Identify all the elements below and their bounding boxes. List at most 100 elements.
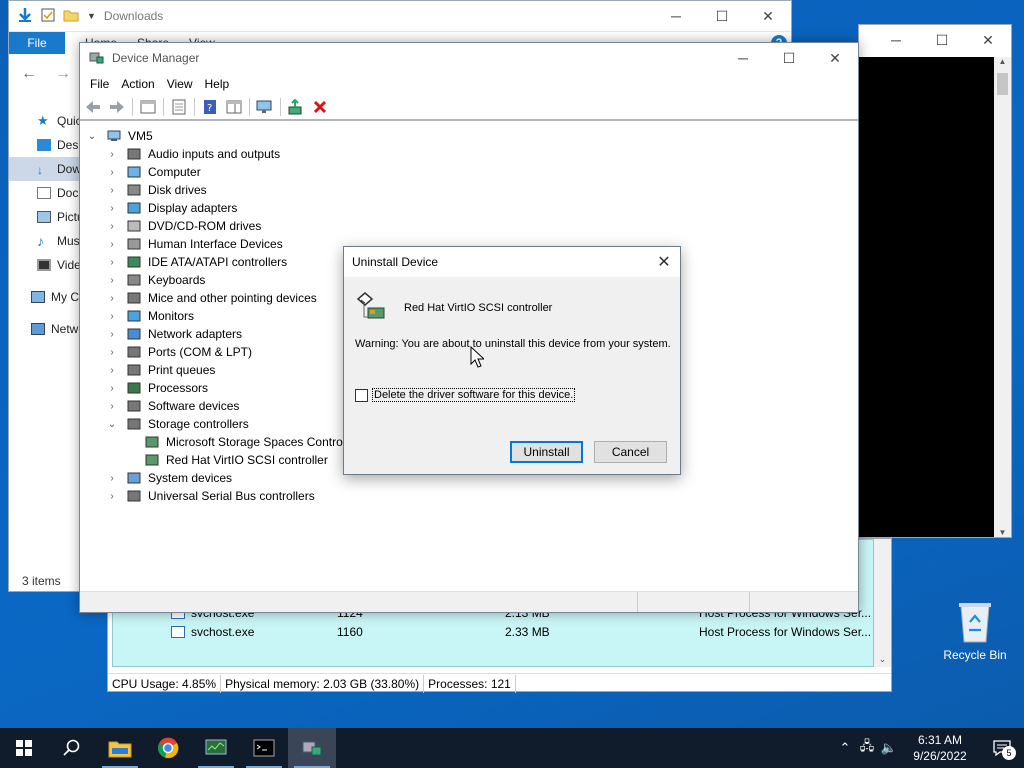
- chevron-down-icon[interactable]: ⌄: [106, 419, 118, 430]
- console-scrollbar[interactable]: ▲ ▼: [994, 57, 1011, 537]
- chevron-right-icon[interactable]: ›: [106, 311, 118, 322]
- uninstall-device-icon[interactable]: [311, 98, 329, 116]
- help-book-icon[interactable]: ?: [201, 98, 219, 116]
- process-list-scrollbar[interactable]: ⌄: [874, 539, 891, 667]
- tree-item-category[interactable]: › Human Interface Devices: [106, 235, 282, 253]
- explorer-title-bar[interactable]: ▼ Downloads ─ ☐ ✕: [9, 1, 791, 32]
- chevron-up-icon[interactable]: ⌃: [834, 740, 856, 756]
- table-row[interactable]: svchost.exe 1160 2.33 MB Host Process fo…: [113, 622, 873, 641]
- tree-item-category[interactable]: › Print queues: [106, 361, 215, 379]
- tree-item-category[interactable]: › Disk drives: [106, 181, 206, 199]
- dialog-title-bar[interactable]: Uninstall Device ✕: [344, 247, 680, 277]
- properties-sheet-icon[interactable]: [170, 98, 188, 116]
- recycle-bin-shortcut[interactable]: Recycle Bin: [940, 600, 1010, 662]
- maximize-button[interactable]: ☐: [699, 1, 745, 31]
- network-icon[interactable]: 🖧: [856, 737, 878, 759]
- menu-help[interactable]: Help: [199, 77, 236, 91]
- sidebar-item-documents[interactable]: Documents: [9, 181, 81, 205]
- sidebar-item-quick-access[interactable]: ★Quick access: [9, 109, 81, 133]
- tree-item-category[interactable]: ⌄ Storage controllers: [106, 415, 249, 433]
- console-close-button[interactable]: ✕: [965, 25, 1011, 55]
- chevron-right-icon[interactable]: ›: [106, 365, 118, 376]
- cancel-button[interactable]: Cancel: [594, 441, 667, 463]
- taskbar-task-manager[interactable]: [192, 728, 240, 768]
- sidebar-item-music[interactable]: ♪Music: [9, 229, 81, 253]
- console-scroll-thumb[interactable]: [997, 73, 1008, 95]
- chevron-right-icon[interactable]: ›: [106, 293, 118, 304]
- tree-root-vm5[interactable]: ⌄ VM5: [86, 127, 153, 145]
- tree-item-category[interactable]: › DVD/CD-ROM drives: [106, 217, 261, 235]
- chevron-right-icon[interactable]: ›: [106, 221, 118, 232]
- taskbar-file-explorer[interactable]: [96, 728, 144, 768]
- tree-item-category[interactable]: › System devices: [106, 469, 232, 487]
- tree-item-category[interactable]: › Universal Serial Bus controllers: [106, 487, 314, 505]
- dm-maximize-button[interactable]: ☐: [766, 43, 812, 73]
- tree-item-category[interactable]: › Ports (COM & LPT): [106, 343, 252, 361]
- sidebar-item-desktop[interactable]: Desktop: [9, 133, 81, 157]
- chevron-down-icon[interactable]: ⌄: [86, 131, 98, 142]
- chevron-down-icon[interactable]: ⌄: [874, 654, 891, 665]
- taskbar-command-prompt[interactable]: [240, 728, 288, 768]
- close-button[interactable]: ✕: [745, 1, 791, 31]
- chevron-right-icon[interactable]: ›: [106, 167, 118, 178]
- sidebar-item-pictures[interactable]: Pictures: [9, 205, 81, 229]
- new-folder-icon[interactable]: [63, 8, 79, 25]
- menu-view[interactable]: View: [161, 77, 199, 91]
- delete-driver-checkbox[interactable]: [355, 388, 368, 402]
- menu-file[interactable]: File: [84, 77, 115, 91]
- tree-item-device[interactable]: Red Hat VirtIO SCSI controller: [144, 451, 328, 469]
- tree-item-category[interactable]: › IDE ATA/ATAPI controllers: [106, 253, 287, 271]
- tree-item-category[interactable]: › Network adapters: [106, 325, 242, 343]
- console-screen[interactable]: [859, 57, 995, 537]
- delete-driver-checkbox-label[interactable]: Delete the driver software for this devi…: [372, 388, 576, 402]
- chevron-right-icon[interactable]: ›: [106, 239, 118, 250]
- show-hide-console-tree-icon[interactable]: [139, 98, 157, 116]
- chevron-right-icon[interactable]: ›: [106, 473, 118, 484]
- delete-driver-checkbox-row[interactable]: Delete the driver software for this devi…: [355, 388, 576, 402]
- chevron-right-icon[interactable]: ›: [106, 383, 118, 394]
- chevron-right-icon[interactable]: ›: [106, 329, 118, 340]
- tree-item-category[interactable]: › Audio inputs and outputs: [106, 145, 280, 163]
- tree-item-category[interactable]: › Keyboards: [106, 271, 205, 289]
- console-minimize-button[interactable]: ─: [873, 25, 919, 55]
- tree-item-device[interactable]: Microsoft Storage Spaces Controller: [144, 433, 359, 451]
- scan-hardware-icon[interactable]: [256, 98, 274, 116]
- scroll-up-icon[interactable]: ▲: [994, 57, 1011, 66]
- chevron-right-icon[interactable]: ›: [106, 203, 118, 214]
- back-icon[interactable]: [84, 98, 102, 116]
- chevron-right-icon[interactable]: ›: [106, 491, 118, 502]
- console-window[interactable]: ─ ☐ ✕ ▲ ▼: [858, 24, 1012, 538]
- chevron-right-icon[interactable]: ›: [106, 347, 118, 358]
- dm-minimize-button[interactable]: ─: [720, 43, 766, 73]
- clock[interactable]: 6:31 AM 9/26/2022: [900, 732, 980, 764]
- chevron-right-icon[interactable]: ›: [106, 275, 118, 286]
- minimize-button[interactable]: ─: [653, 1, 699, 31]
- search-icon[interactable]: [48, 728, 96, 768]
- start-button[interactable]: [0, 728, 48, 768]
- ribbon-file-tab[interactable]: File: [9, 32, 65, 54]
- dialog-close-button[interactable]: ✕: [648, 247, 680, 277]
- scroll-down-icon[interactable]: ▼: [994, 528, 1011, 537]
- chevron-right-icon[interactable]: ›: [106, 149, 118, 160]
- back-arrow-icon[interactable]: ←: [21, 65, 37, 83]
- menu-action[interactable]: Action: [115, 77, 160, 91]
- chevron-right-icon[interactable]: ›: [106, 257, 118, 268]
- chevron-right-icon[interactable]: ›: [106, 401, 118, 412]
- sidebar-item-network[interactable]: Network: [9, 317, 81, 341]
- taskbar-chrome[interactable]: [144, 728, 192, 768]
- volume-icon[interactable]: 🔈: [878, 740, 900, 756]
- taskbar-device-manager[interactable]: [288, 728, 336, 768]
- sidebar-item-my-computer[interactable]: My Computer: [9, 285, 81, 309]
- console-maximize-button[interactable]: ☐: [919, 25, 965, 55]
- tree-item-category[interactable]: › Display adapters: [106, 199, 237, 217]
- chevron-down-icon[interactable]: ▼: [87, 11, 96, 21]
- tree-item-category[interactable]: › Mice and other pointing devices: [106, 289, 316, 307]
- dm-close-button[interactable]: ✕: [812, 43, 858, 73]
- action-center-button[interactable]: 5: [980, 740, 1024, 760]
- device-manager-title-bar[interactable]: Device Manager ─ ☐ ✕: [80, 43, 858, 73]
- uninstall-button[interactable]: Uninstall: [510, 441, 583, 463]
- chevron-right-icon[interactable]: ›: [106, 185, 118, 196]
- tree-item-category[interactable]: › Monitors: [106, 307, 194, 325]
- properties-icon[interactable]: [41, 8, 55, 25]
- tree-item-category[interactable]: › Computer: [106, 163, 200, 181]
